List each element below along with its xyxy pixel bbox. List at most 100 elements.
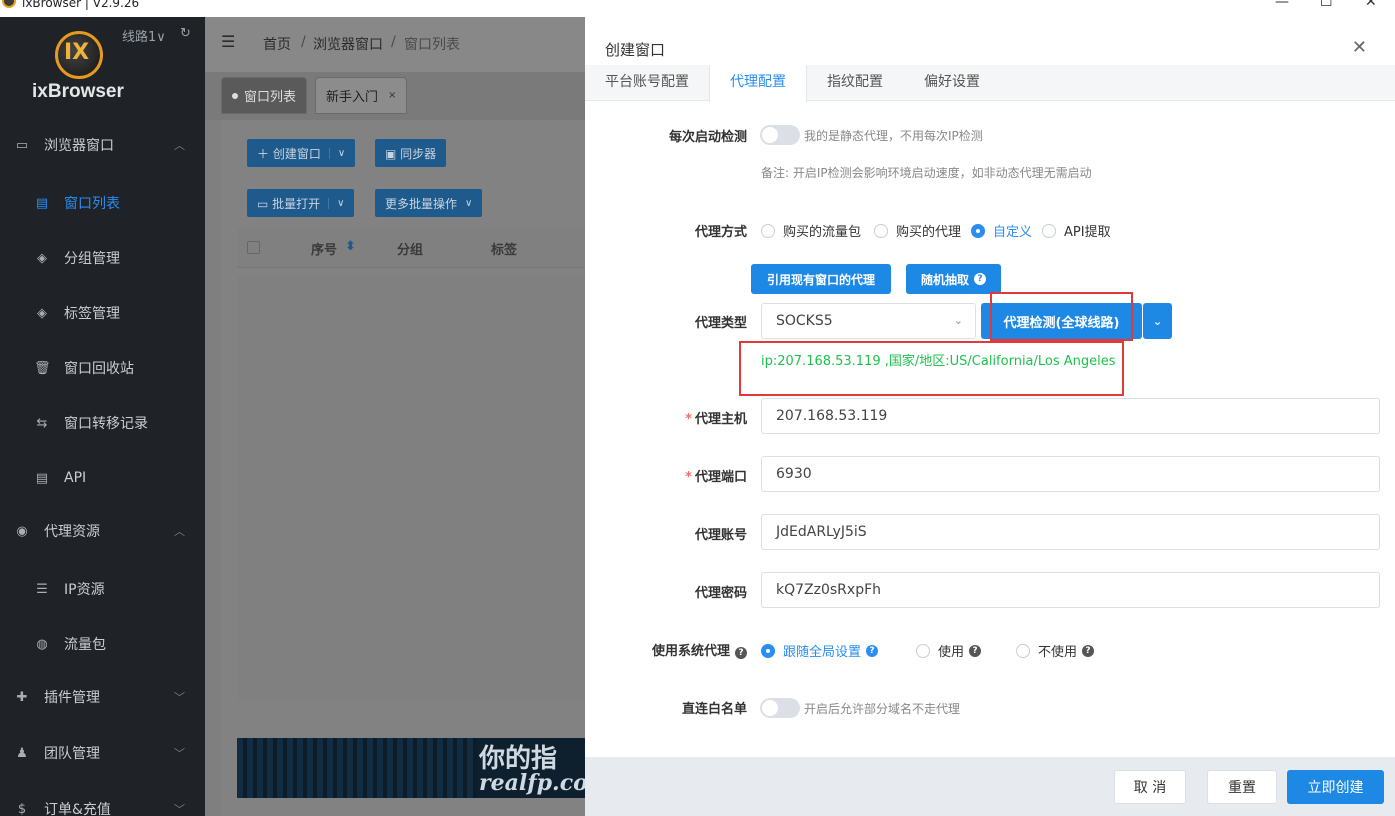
minimize-button[interactable]: — [1275, 0, 1289, 9]
tab-proxy-config[interactable]: 代理配置 [709, 65, 807, 102]
radio-label: 使用 [938, 645, 965, 660]
sidebar-item-label: 分组管理 [64, 251, 120, 267]
sidebar-item-group-manage[interactable]: ◈ 分组管理 [0, 238, 205, 278]
radio-circle [1042, 223, 1056, 238]
radio-circle [971, 223, 985, 238]
chevron-down-icon: ﹀ [174, 747, 185, 760]
help-icon[interactable]: ? [735, 647, 747, 659]
create-now-button[interactable]: 立即创建 [1287, 770, 1384, 804]
sidebar-item-browser-window[interactable]: ▭ 浏览器窗口 ︿ [0, 125, 205, 165]
proxy-password-label: 代理密码 [694, 586, 747, 601]
more-batch-button[interactable]: 更多批量操作 ∨ [375, 189, 483, 217]
proxy-check-dropdown[interactable]: ⌄ [1143, 303, 1172, 339]
button-label: 随机抽取 [920, 272, 969, 287]
chevron-up-icon: ︿ [174, 525, 185, 538]
radio-label: 不使用 [1038, 645, 1078, 660]
close-icon[interactable]: × [388, 90, 396, 101]
create-window-button[interactable]: ＋ 创建窗口 ∨ [247, 139, 356, 167]
window-title: ixBrowser | V2.9.26 [22, 0, 140, 10]
sidebar-item-proxy-resource[interactable]: ◉ 代理资源 ︿ [0, 511, 205, 551]
chevron-down-icon[interactable]: ∨ [328, 147, 345, 159]
radio-custom[interactable]: 自定义 [971, 221, 1032, 240]
random-pick-button[interactable]: 随机抽取 ? [906, 264, 1001, 294]
help-icon[interactable]: ? [1082, 644, 1095, 657]
radio-not-use[interactable]: 不使用? [1016, 641, 1095, 660]
required-mark: * [685, 412, 692, 427]
close-icon[interactable]: ✕ [1352, 37, 1367, 58]
proxy-type-label: 代理类型 [694, 316, 747, 331]
sort-icon[interactable]: ⬍ [345, 239, 356, 254]
traffic-icon: ◍ [36, 636, 48, 652]
proxy-password-input[interactable]: kQ7Zz0sRxpFh [761, 572, 1380, 608]
topbar: ☰ 首页 / 浏览器窗口 / 窗口列表 [205, 17, 585, 72]
drawer-title: 创建窗口 [605, 41, 666, 59]
proxy-port-input[interactable]: 6930 [761, 456, 1380, 492]
radio-api-extract[interactable]: API提取 [1042, 221, 1111, 240]
tab-window-list[interactable]: 窗口列表 [221, 77, 308, 114]
table-header: 序号 ⬍ 分组 标签 [237, 228, 585, 268]
startup-check-switch[interactable] [760, 125, 800, 145]
radio-label: 购买的代理 [896, 225, 962, 240]
radio-use[interactable]: 使用? [916, 641, 982, 660]
cite-existing-proxy-button[interactable]: 引用现有窗口的代理 [751, 264, 891, 294]
refresh-icon[interactable]: ↻ [180, 26, 191, 41]
sidebar-item-api[interactable]: ▤ API [0, 458, 205, 498]
sidebar-item-plugin-manage[interactable]: ✚ 插件管理 ﹀ [0, 677, 205, 717]
trash-icon: 🗑 [34, 360, 51, 376]
sidebar-item-label: 订单&充值 [44, 802, 111, 816]
chevron-up-icon: ︿ [174, 139, 185, 152]
radio-circle [761, 643, 775, 658]
label-text: 代理端口 [694, 470, 747, 485]
layers-icon: ◈ [37, 305, 47, 321]
help-icon[interactable]: ? [974, 273, 986, 285]
close-window-button[interactable]: ✕ [1365, 0, 1377, 9]
radio-traffic-pack[interactable]: 购买的流量包 [761, 221, 861, 240]
breadcrumb-browser-window[interactable]: 浏览器窗口 [313, 34, 383, 54]
proxy-account-input[interactable]: JdEdARLyJ5iS [761, 514, 1380, 550]
cancel-button[interactable]: 取 消 [1114, 770, 1186, 804]
proxy-type-select[interactable]: SOCKS5 ⌄ [761, 303, 976, 339]
menu-fold-icon[interactable]: ☰ [221, 32, 235, 51]
tab-platform-account[interactable]: 平台账号配置 [585, 65, 709, 101]
sync-button[interactable]: ▣ 同步器 [375, 139, 447, 167]
chevron-down-icon[interactable]: ∨ [328, 197, 344, 209]
brand-name: ixBrowser [32, 81, 124, 102]
chevron-down-icon: ﹀ [174, 803, 185, 816]
tab-preference[interactable]: 偏好设置 [903, 65, 1001, 101]
sidebar-item-window-list[interactable]: ▤ 窗口列表 [0, 183, 205, 223]
sidebar-item-recycle-bin[interactable]: 🗑 窗口回收站 [0, 348, 205, 388]
radio-follow-global[interactable]: 跟随全局设置? [761, 641, 879, 660]
whitelist-hint: 开启后允许部分域名不走代理 [804, 702, 961, 716]
reset-button[interactable]: 重置 [1207, 770, 1277, 804]
help-icon[interactable]: ? [866, 644, 879, 657]
select-all-checkbox[interactable] [247, 241, 260, 254]
help-icon[interactable]: ? [969, 644, 982, 657]
radio-circle [874, 223, 888, 238]
maximize-button[interactable]: ☐ [1320, 0, 1333, 9]
sidebar-item-orders[interactable]: $ 订单&充值 ﹀ [0, 789, 205, 816]
sidebar-item-tag-manage[interactable]: ◈ 标签管理 [0, 293, 205, 333]
batch-open-button[interactable]: ▭ 批量打开 ∨ [247, 189, 355, 217]
sidebar-item-traffic-pack[interactable]: ◍ 流量包 [0, 624, 205, 664]
proxy-host-input[interactable]: 207.168.53.119 [761, 398, 1380, 434]
proxy-method-label: 代理方式 [694, 225, 747, 240]
whitelist-switch[interactable] [760, 698, 800, 718]
radio-purchased-proxy[interactable]: 购买的代理 [874, 221, 961, 240]
sidebar-item-transfer-log[interactable]: ⇆ 窗口转移记录 [0, 403, 205, 443]
radio-circle [761, 223, 775, 238]
proxy-account-label: 代理账号 [694, 528, 747, 543]
required-mark: * [685, 470, 692, 485]
sidebar-item-label: IP资源 [64, 582, 105, 598]
column-header-index[interactable]: 序号 [311, 239, 337, 258]
ad-banner[interactable]: 你的指 realfp.co [237, 738, 585, 798]
sidebar-item-ip-resource[interactable]: ☰ IP资源 [0, 569, 205, 609]
page-tabs: 窗口列表 新手入门 × [205, 72, 585, 120]
breadcrumb-home[interactable]: 首页 [263, 34, 291, 54]
button-label: 更多批量操作 [385, 196, 458, 211]
tab-getting-started[interactable]: 新手入门 × [315, 77, 408, 114]
sidebar-item-team-manage[interactable]: ♟ 团队管理 ﹀ [0, 733, 205, 773]
startup-check-note: 备注: 开启IP检测会影响环境启动速度，如非动态代理无需启动 [761, 166, 1092, 180]
line-select[interactable]: 线路1∨ [122, 26, 166, 45]
tab-fingerprint-config[interactable]: 指纹配置 [807, 65, 903, 101]
breadcrumb-current: 窗口列表 [404, 37, 460, 53]
